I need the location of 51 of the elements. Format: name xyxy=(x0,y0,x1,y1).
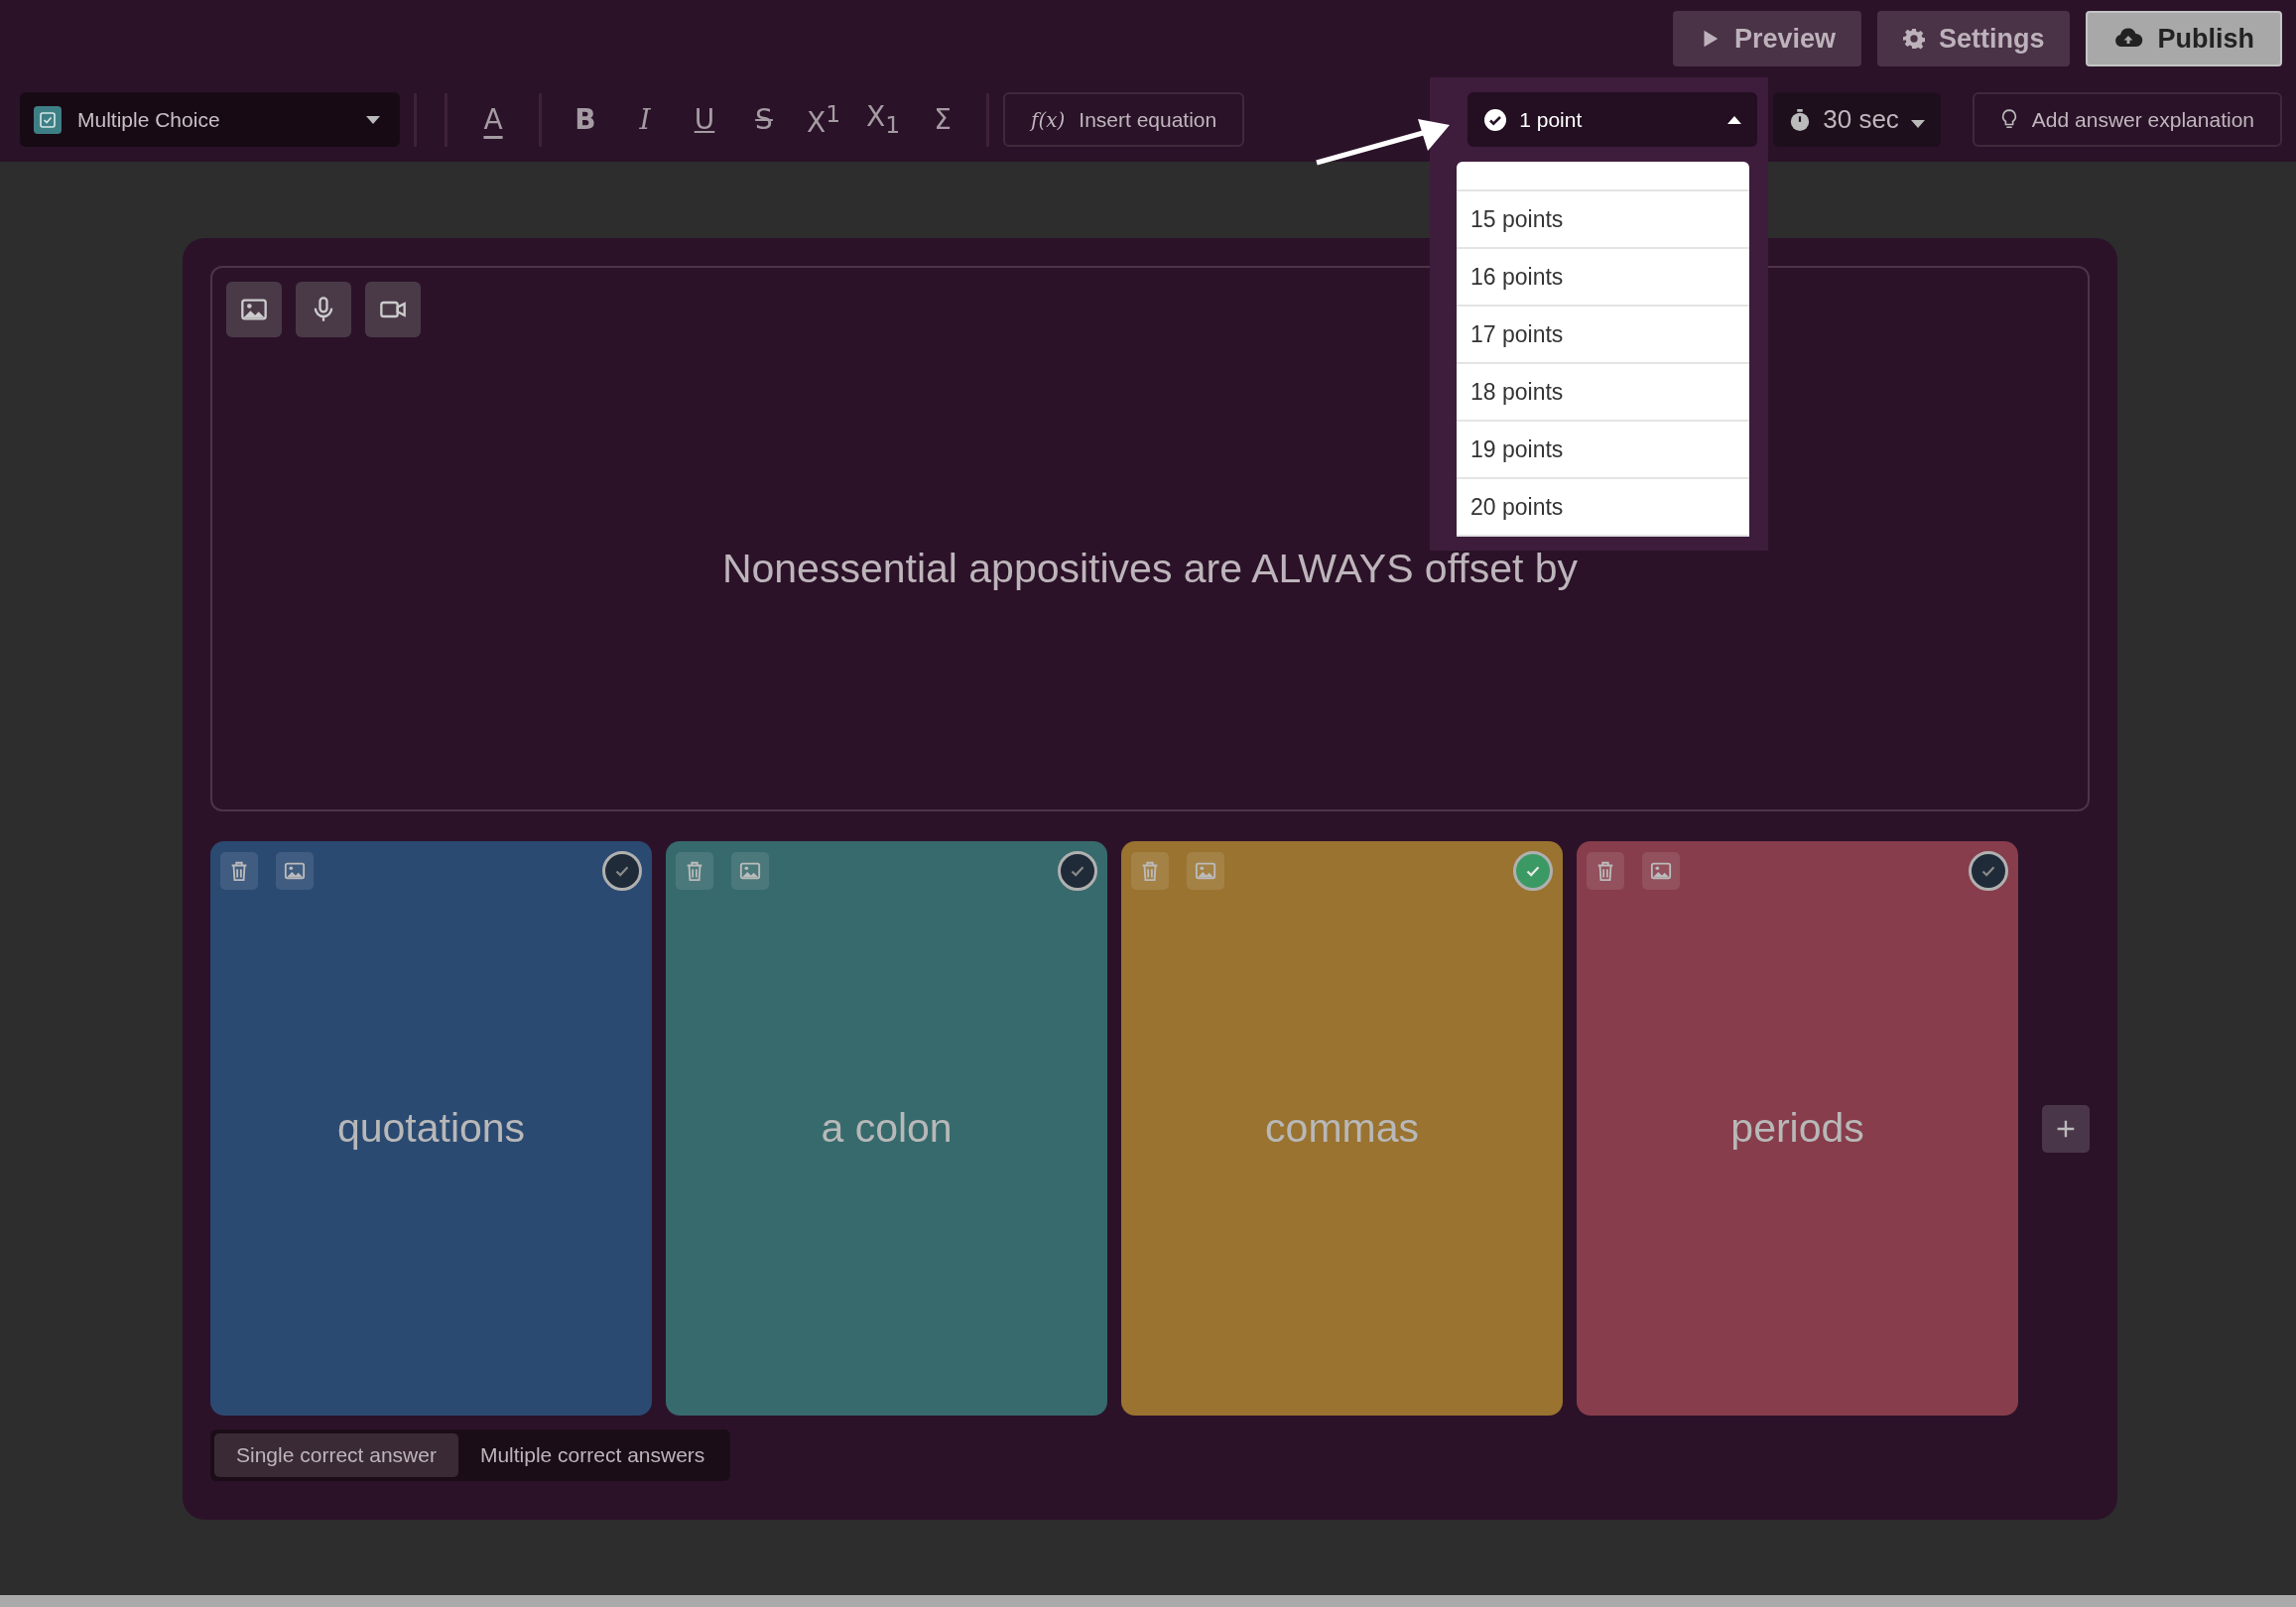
points-option[interactable]: 16 points xyxy=(1457,249,1749,307)
correct-answer-toggle[interactable] xyxy=(1969,851,2009,891)
trash-icon[interactable] xyxy=(1131,852,1170,890)
image-icon[interactable] xyxy=(226,282,282,337)
answer-option-card[interactable]: periods xyxy=(1577,841,2019,1416)
points-option[interactable]: 15 points xyxy=(1457,191,1749,249)
caret-icon xyxy=(1727,115,1742,124)
trash-icon[interactable] xyxy=(1587,852,1625,890)
caret-icon xyxy=(366,115,380,124)
points-dropdown[interactable]: 1 point xyxy=(1467,92,1758,147)
preview-button[interactable]: Preview xyxy=(1672,11,1861,66)
timer-dropdown[interactable]: 30 sec xyxy=(1773,92,1941,147)
color-format-button[interactable]: A xyxy=(463,94,523,145)
correct-answer-toggle[interactable] xyxy=(1058,851,1098,891)
microphone-icon[interactable] xyxy=(296,282,351,337)
check-circle-icon xyxy=(1483,107,1508,132)
answer-text[interactable]: periods xyxy=(1730,1105,1864,1152)
image-icon[interactable] xyxy=(731,852,770,890)
stopwatch-icon xyxy=(1789,107,1812,132)
correct-answer-toggle[interactable] xyxy=(1513,851,1554,891)
points-option[interactable]: 17 points xyxy=(1457,307,1749,364)
sum-format-button[interactable]: Σ xyxy=(915,94,970,145)
caret-icon xyxy=(1910,119,1925,128)
image-icon[interactable] xyxy=(276,852,314,890)
checkbox-icon xyxy=(34,105,62,134)
image-icon[interactable] xyxy=(1642,852,1681,890)
answer-text[interactable]: quotations xyxy=(336,1105,526,1152)
points-option[interactable]: 19 points xyxy=(1457,422,1749,479)
italic-format-button[interactable]: I xyxy=(617,94,673,145)
settings-button[interactable]: Settings xyxy=(1876,11,2071,66)
insert-equation-button[interactable]: f(x) Insert equation xyxy=(1003,92,1245,147)
answer-mode-tab[interactable]: Multiple correct answers xyxy=(457,1433,727,1477)
publish-button[interactable]: Publish xyxy=(2086,11,2282,66)
add-explanation-button[interactable]: Add answer explanation xyxy=(1972,92,2282,147)
strike-format-button[interactable]: S xyxy=(736,94,792,145)
underline-format-button[interactable]: U xyxy=(677,94,732,145)
question-type-dropdown[interactable]: Multiple Choice xyxy=(20,92,400,147)
trash-icon[interactable] xyxy=(220,852,258,890)
trash-icon[interactable] xyxy=(676,852,714,890)
answer-option-card[interactable]: quotations xyxy=(210,841,653,1416)
question-text[interactable]: Nonessential appositives are ALWAYS offset by xyxy=(721,545,1579,592)
video-camera-icon[interactable] xyxy=(365,282,421,337)
points-option[interactable]: 18 points xyxy=(1457,364,1749,422)
sub-format-button[interactable]: X$_{1}$ xyxy=(855,94,911,145)
settings-icon xyxy=(1902,27,1925,51)
bold-format-button[interactable]: B xyxy=(558,94,613,145)
sup-format-button[interactable]: X$^{1}$ xyxy=(796,94,851,145)
add-option-button[interactable] xyxy=(2042,1104,2090,1153)
correct-answer-toggle[interactable] xyxy=(602,851,643,891)
answer-mode-tab[interactable]: Single correct answer xyxy=(214,1433,458,1477)
points-option[interactable]: 20 points xyxy=(1457,479,1749,537)
